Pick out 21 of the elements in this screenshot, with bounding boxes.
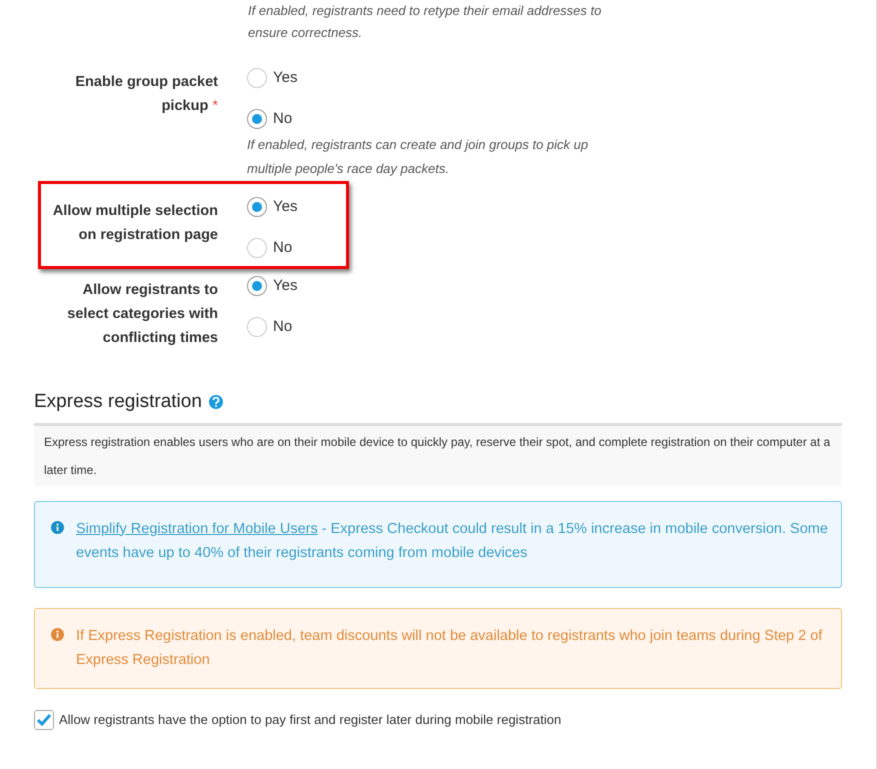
radio-option[interactable]: No [247, 315, 298, 339]
section-description: Express registration enables users who are on their mobile device to quickly pay, reserve their spot, and complete registration on their computer at a later time. [34, 426, 842, 486]
checkbox-label: Allow registrants have the option to pay first and register later during mobile registration [59, 710, 562, 729]
info-icon [51, 628, 64, 640]
alert-message: If Express Registration is enabled, team discounts will not be available to registrants who join teams during Step 2 of Express Registration [76, 626, 824, 670]
checkbox[interactable] [34, 710, 54, 730]
radio-option[interactable]: No [247, 107, 627, 131]
hint-text: If enabled, registrants can create and join groups to pick up multiple people's race day packets. [247, 136, 590, 178]
radio-option[interactable]: Yes [247, 274, 298, 298]
help-icon[interactable] [208, 395, 223, 410]
field-label: Enable group packet pickup * [74, 73, 218, 116]
field-label: Allow registrants to select categories with conflicting times [66, 281, 218, 348]
section-title: Express registration [34, 390, 202, 414]
hint-text: ensure correctness. [248, 24, 364, 42]
radio-option[interactable]: No [247, 236, 298, 260]
alert-message: Simplify Registration for Mobile Users - Express Checkout could result in a 15% increase in mobile conversion. Some events have up to 40% of their registrants coming from mobile devices [76, 520, 829, 562]
radio-option[interactable]: Yes [247, 66, 627, 90]
info-icon [51, 520, 64, 534]
field-label: Allow multiple selection on registration page [52, 202, 218, 245]
radio-option[interactable]: Yes [247, 195, 298, 219]
hint-text: If enabled, registrants need to retype their email addresses to [248, 2, 602, 20]
